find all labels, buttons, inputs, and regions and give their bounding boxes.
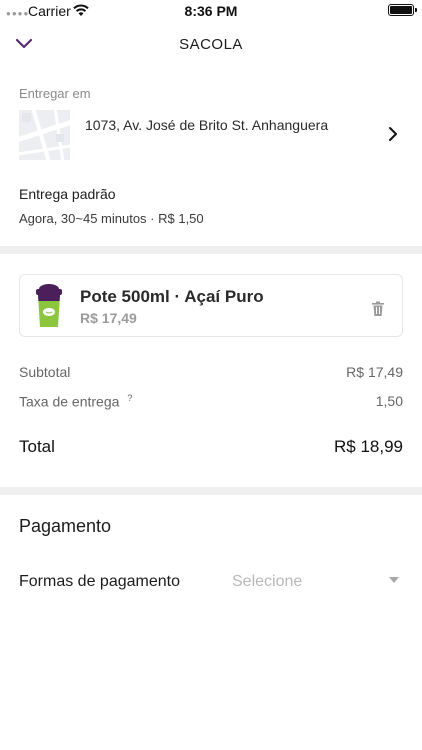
total-value: R$ 18,99: [334, 437, 403, 456]
status-bar: ●●●● Carrier 8:36 PM: [0, 0, 422, 22]
help-icon[interactable]: ?: [127, 393, 132, 403]
page-title: SACOLA: [179, 36, 243, 53]
section-divider: [0, 246, 422, 254]
caret-down-icon: [389, 577, 399, 583]
nav-bar: SACOLA: [0, 22, 422, 68]
trash-icon[interactable]: [371, 301, 385, 317]
total-label: Total: [19, 437, 55, 456]
shipping-title: Entrega padrão: [19, 186, 116, 202]
section-divider: [0, 487, 422, 495]
map-thumbnail[interactable]: [19, 110, 70, 160]
delivery-address[interactable]: 1073, Av. José de Brito St. Anhanguera: [85, 117, 328, 133]
chevron-right-icon[interactable]: [386, 125, 400, 143]
delivery-fee-text: Taxa de entrega: [19, 393, 120, 410]
payment-select-placeholder: Selecione: [232, 573, 303, 590]
item-name: Pote 500ml · Açaí Puro: [80, 287, 264, 306]
delivery-fee-value: 1,50: [375, 393, 403, 409]
acai-cup-icon: [36, 284, 62, 327]
battery-icon: [388, 4, 417, 16]
delivery-fee-label: Taxa de entrega?: [19, 393, 132, 410]
subtotal-value: R$ 17,49: [346, 364, 403, 380]
delivery-label: Entregar em: [19, 86, 91, 101]
payment-method-select[interactable]: Selecione: [232, 573, 403, 595]
map-icon: [19, 110, 70, 160]
clock: 8:36 PM: [184, 3, 238, 19]
cart-item[interactable]: Pote 500ml · Açaí Puro R$ 17,49: [19, 274, 403, 337]
shipping-detail: Agora, 30~45 minutos · R$ 1,50: [19, 211, 204, 226]
subtotal-label: Subtotal: [19, 364, 71, 380]
item-price: R$ 17,49: [80, 310, 137, 326]
payment-methods-label: Formas de pagamento: [19, 573, 180, 590]
payment-title: Pagamento: [19, 516, 112, 536]
